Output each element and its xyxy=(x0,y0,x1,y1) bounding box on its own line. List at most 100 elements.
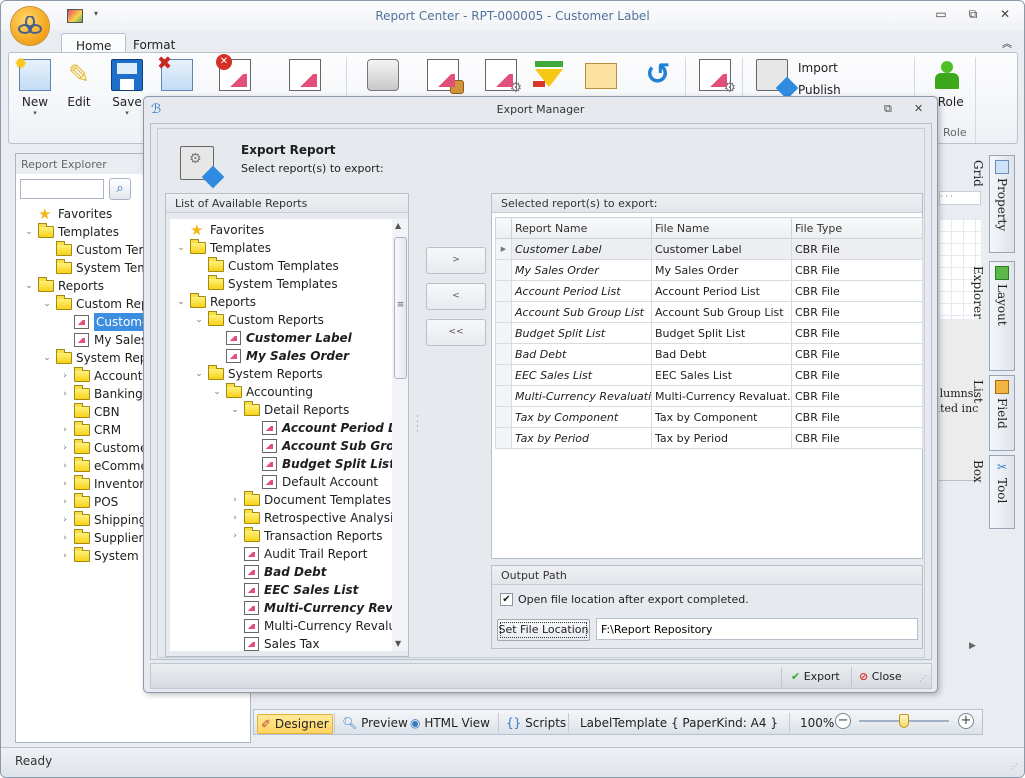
application-menu-button[interactable] xyxy=(11,7,49,45)
filter-button[interactable] xyxy=(527,59,571,91)
email-button[interactable] xyxy=(579,59,623,89)
collapsed-arrow-icon[interactable]: › xyxy=(230,491,240,509)
tree-node[interactable]: Audit Trail Report xyxy=(170,545,408,563)
file-name-cell[interactable]: Account Sub Group List xyxy=(651,301,792,323)
zoom-in-button[interactable]: + xyxy=(958,713,974,729)
collapsed-arrow-icon[interactable]: › xyxy=(60,475,70,493)
collapsed-arrow-icon[interactable]: › xyxy=(230,527,240,545)
dock-tab-layout-explorer[interactable]: Layout Explorer xyxy=(971,261,1015,371)
tree-node[interactable]: ⌄ Accounting xyxy=(170,383,408,401)
designer-tab[interactable]: ✐ Designer xyxy=(257,714,333,734)
collapsed-arrow-icon[interactable]: › xyxy=(60,367,70,385)
dock-tab-property-grid[interactable]: Property Grid xyxy=(971,155,1015,253)
dialog-restore-button[interactable]: ⧉ xyxy=(884,102,892,116)
table-row[interactable]: Account Period List Account Period List CB… xyxy=(495,280,923,302)
row-indicator[interactable] xyxy=(495,259,512,281)
row-indicator[interactable] xyxy=(495,364,512,386)
collapsed-arrow-icon[interactable]: › xyxy=(60,385,70,403)
report-design-button[interactable] xyxy=(283,59,327,91)
tree-node[interactable]: ★ Favorites xyxy=(170,221,408,239)
collapsed-arrow-icon[interactable]: › xyxy=(60,421,70,439)
column-report-name[interactable]: Report Name xyxy=(511,217,652,239)
tree-node[interactable]: System Templates xyxy=(170,275,408,293)
tree-node[interactable]: My Sales Order xyxy=(170,347,408,365)
tree-node[interactable]: Account Sub Group ... xyxy=(170,437,408,455)
preview-tab[interactable]: 🔍︎ Preview xyxy=(342,714,408,734)
report-database-button[interactable] xyxy=(421,59,465,94)
refresh-button[interactable]: ↺ xyxy=(636,59,680,91)
table-row[interactable]: Multi-Currency Revaluati... Multi-Currenc… xyxy=(495,385,923,407)
expanded-arrow-icon[interactable]: ⌄ xyxy=(176,293,186,311)
dialog-close-button[interactable]: ✕ xyxy=(914,102,923,115)
scroll-up-icon[interactable]: ▲ xyxy=(395,221,401,230)
resize-grip[interactable]: ⋰ xyxy=(1010,762,1018,771)
column-file-type[interactable]: File Type xyxy=(791,217,923,239)
report-name-cell[interactable]: Budget Split List xyxy=(511,322,652,344)
edit-button[interactable]: ✎ Edit xyxy=(57,59,101,109)
file-name-cell[interactable]: Tax by Period xyxy=(651,427,792,449)
dock-tab-tool-box[interactable]: ✂Tool Box xyxy=(971,455,1015,529)
html-view-tab[interactable]: ◉ HTML View xyxy=(410,714,490,734)
tree-node[interactable]: Custom Templates xyxy=(170,257,408,275)
tree-node[interactable]: Customer Label xyxy=(170,329,408,347)
tree-node[interactable]: Multi-Currency Revalu... xyxy=(170,617,408,635)
report-name-cell[interactable]: Account Period List xyxy=(511,280,652,302)
delete-document-button[interactable]: ✖ xyxy=(155,53,199,91)
file-type-cell[interactable]: CBR File xyxy=(791,385,923,407)
report-name-cell[interactable]: Multi-Currency Revaluati... xyxy=(511,385,652,407)
print-button[interactable] xyxy=(361,59,405,91)
table-row[interactable]: Bad Debt Bad Debt CBR File xyxy=(495,343,923,365)
table-row[interactable]: EEC Sales List EEC Sales List CBR File xyxy=(495,364,923,386)
file-type-cell[interactable]: CBR File xyxy=(791,343,923,365)
explorer-search-input[interactable] xyxy=(20,179,104,199)
remove-from-export-button[interactable]: < xyxy=(426,283,486,310)
quick-access-dropdown-icon[interactable]: ▾ xyxy=(94,9,98,18)
scripts-tab[interactable]: {} Scripts xyxy=(506,714,566,734)
new-button[interactable]: ✹ New ▾ xyxy=(13,54,57,117)
file-type-cell[interactable]: CBR File xyxy=(791,259,923,281)
file-name-cell[interactable]: My Sales Order xyxy=(651,259,792,281)
scroll-down-icon[interactable]: ▼ xyxy=(395,639,401,648)
report-name-cell[interactable]: Bad Debt xyxy=(511,343,652,365)
table-row[interactable]: Budget Split List Budget Split List CBR Fi… xyxy=(495,322,923,344)
report-options-button[interactable]: ⚙ xyxy=(693,59,737,96)
splitter-handle[interactable]: · · · · xyxy=(416,413,419,437)
collapsed-arrow-icon[interactable]: › xyxy=(60,529,70,547)
row-indicator[interactable] xyxy=(495,427,512,449)
report-name-cell[interactable]: Tax by Component xyxy=(511,406,652,428)
expanded-arrow-icon[interactable]: ⌄ xyxy=(42,349,52,367)
close-button[interactable]: ⊘ Close xyxy=(859,668,902,686)
row-indicator[interactable] xyxy=(495,385,512,407)
minimize-button[interactable]: ▭ xyxy=(931,7,951,21)
ribbon-collapse-icon[interactable]: ︽ xyxy=(1002,35,1012,50)
tree-node[interactable]: Sales Tax xyxy=(170,635,408,651)
tree-node[interactable]: › Transaction Reports xyxy=(170,527,408,545)
file-name-cell[interactable]: Account Period List xyxy=(651,280,792,302)
expanded-arrow-icon[interactable]: ⌄ xyxy=(24,223,34,241)
row-indicator[interactable] xyxy=(495,322,512,344)
file-type-cell[interactable]: CBR File xyxy=(791,427,923,449)
tree-node[interactable]: EEC Sales List xyxy=(170,581,408,599)
tree-node[interactable]: ⌄ Templates xyxy=(170,239,408,257)
collapsed-arrow-icon[interactable]: › xyxy=(60,511,70,529)
row-indicator[interactable]: ▶ xyxy=(495,238,512,260)
tree-node[interactable]: ⌄ Detail Reports xyxy=(170,401,408,419)
file-type-cell[interactable]: CBR File xyxy=(791,280,923,302)
collapsed-arrow-icon[interactable]: › xyxy=(60,457,70,475)
tree-node[interactable]: › Document Templates xyxy=(170,491,408,509)
expanded-arrow-icon[interactable]: ⌄ xyxy=(24,277,34,295)
tree-node[interactable]: ⌄ Custom Reports xyxy=(170,311,408,329)
export-button[interactable]: ✔ Export xyxy=(791,668,840,686)
file-type-cell[interactable]: CBR File xyxy=(791,238,923,260)
close-window-button[interactable]: ✕ xyxy=(995,7,1015,21)
collapsed-arrow-icon[interactable]: › xyxy=(60,493,70,511)
expanded-arrow-icon[interactable]: ⌄ xyxy=(212,383,222,401)
row-indicator[interactable] xyxy=(495,301,512,323)
delete-report-button[interactable]: ✕ xyxy=(213,54,257,91)
row-indicator[interactable] xyxy=(495,280,512,302)
table-row[interactable]: Account Sub Group List Account Sub Group … xyxy=(495,301,923,323)
table-row[interactable]: My Sales Order My Sales Order CBR File xyxy=(495,259,923,281)
quick-access-report-icon[interactable] xyxy=(67,9,83,23)
tree-node[interactable]: Multi-Currency Revalua... xyxy=(170,599,408,617)
file-name-cell[interactable]: Multi-Currency Revaluat... xyxy=(651,385,792,407)
